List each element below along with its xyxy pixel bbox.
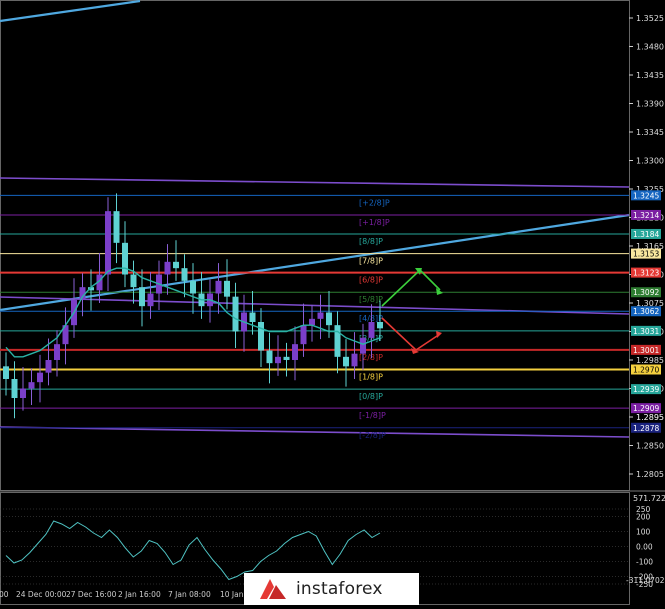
candle-body xyxy=(139,287,145,307)
cci-tick-label: 100 xyxy=(636,528,651,537)
chart-canvas: 1.3525 1.3480 1.3435 1.3390 1.3345 1.3300 1.32… xyxy=(0,0,665,605)
price-tag-label: 1.3031 xyxy=(633,327,659,336)
candle-body xyxy=(309,318,315,326)
murrey-level-label: [6/8]P xyxy=(359,276,383,285)
cci-tick-label: 200 xyxy=(636,513,651,522)
candle-body xyxy=(334,325,341,357)
murrey-level-label: [7/8]P xyxy=(359,257,383,266)
candle-body xyxy=(3,366,9,379)
purple-channel-upper xyxy=(0,177,630,188)
chart-window: 1.3525 1.3480 1.3435 1.3390 1.3345 1.3300 1.32… xyxy=(0,0,665,605)
candle-body xyxy=(45,360,52,373)
bullish-forecast-arrow xyxy=(381,268,441,307)
upper-trend-line xyxy=(0,0,141,23)
x-axis-label: 2 Jan 16:00 xyxy=(118,590,161,599)
cci-tick-label: 0.00 xyxy=(636,543,653,552)
price-tick-label: 1.2805 xyxy=(636,470,664,479)
purple-channel-lower xyxy=(0,426,630,438)
cci-header-value: 571.7224 xyxy=(633,494,665,503)
candle-body xyxy=(181,268,188,281)
x-axis-label: 7 Jan 08:00 xyxy=(168,590,211,599)
price-tick-label: 1.3345 xyxy=(636,128,664,137)
candle-body xyxy=(377,322,383,329)
murrey-level-label: [-2/8]P xyxy=(359,431,386,440)
price-tick-label: 1.3390 xyxy=(636,100,664,109)
instaforex-logo-icon xyxy=(258,577,288,601)
candle-body xyxy=(190,280,196,294)
candle-body xyxy=(258,322,264,351)
main-plot-frame xyxy=(0,0,630,491)
x-axis-label: 10 Jan xyxy=(220,590,244,599)
cci-tick-label: -100 xyxy=(636,558,653,567)
price-tag-label: 1.2878 xyxy=(633,424,659,433)
candle-body xyxy=(113,211,120,243)
cci-footer-value: -311.0702 xyxy=(626,576,665,585)
price-tick-label: 1.3300 xyxy=(636,157,664,166)
candle-body xyxy=(215,280,222,294)
x-axis-label: 27 Dec 16:00 xyxy=(66,590,117,599)
murrey-level-label: [5/8]P xyxy=(359,295,383,304)
price-tag-label: 1.3245 xyxy=(633,191,659,200)
cci-line xyxy=(5,520,381,581)
price-tick-label: 1.3435 xyxy=(636,71,664,80)
main-trend-line xyxy=(0,213,630,312)
price-tag-label: 1.3092 xyxy=(633,288,659,297)
candle-body xyxy=(224,280,230,297)
price-tag-label: 1.3123 xyxy=(633,269,659,278)
bearish-forecast-arrow xyxy=(381,317,441,352)
murrey-level-label: [1/8]P xyxy=(359,373,383,382)
instaforex-logo: instaforex xyxy=(244,573,419,605)
candle-body xyxy=(173,261,179,269)
price-tag-label: 1.2909 xyxy=(633,404,659,413)
purple-channel-tag: 1.2895 xyxy=(636,413,664,422)
price-tag-label: 1.3062 xyxy=(633,307,659,316)
price-tick-label: 1.2850 xyxy=(636,442,664,451)
candle-body xyxy=(232,296,239,332)
candle-body xyxy=(105,211,111,275)
price-tick-label: 1.3480 xyxy=(636,43,664,52)
candle-body xyxy=(164,261,171,275)
candle-body xyxy=(28,382,35,389)
murrey-level-label: [0/8]P xyxy=(359,392,383,401)
price-tag-label: 1.3184 xyxy=(633,230,659,239)
price-tag-label: 1.3001 xyxy=(633,346,659,355)
candle-body xyxy=(249,312,256,322)
candle-body xyxy=(292,344,298,360)
murrey-level-label: [8/8]P xyxy=(359,237,383,246)
candle-body xyxy=(20,388,26,398)
instaforex-logo-text: instaforex xyxy=(296,579,383,599)
price-tick-label: 1.2985 xyxy=(636,356,664,365)
bearish-arrow-tail-head xyxy=(436,331,442,338)
price-tag-label: 1.2939 xyxy=(633,385,659,394)
candle-body xyxy=(283,356,290,360)
price-tick-label: 1.3525 xyxy=(636,14,664,23)
candle-body xyxy=(343,356,349,367)
candle-body xyxy=(360,337,366,354)
murrey-level-label: [+1/8]P xyxy=(359,218,390,227)
candle-body xyxy=(351,353,358,367)
candle-body xyxy=(326,312,332,326)
candle-body xyxy=(130,274,137,288)
candle-body xyxy=(266,350,273,364)
candle-body xyxy=(368,322,375,338)
candle-body xyxy=(275,356,281,364)
x-axis-label: 00 xyxy=(0,590,9,599)
candle-body xyxy=(54,344,60,360)
murrey-level-label: [+2/8]P xyxy=(359,198,390,207)
candle-body xyxy=(147,293,154,307)
price-tag-label: 1.3153 xyxy=(633,250,659,259)
candle-body xyxy=(37,372,43,383)
price-tag-label: 1.3214 xyxy=(633,211,659,220)
candle-body xyxy=(122,242,128,275)
x-axis-label: 24 Dec 00:00 xyxy=(16,590,67,599)
candle-body xyxy=(317,312,324,319)
candle-body xyxy=(300,325,307,345)
murrey-level-label: [-1/8]P xyxy=(359,411,386,420)
candle-body xyxy=(11,379,18,398)
price-tag-label: 1.2970 xyxy=(633,366,659,375)
